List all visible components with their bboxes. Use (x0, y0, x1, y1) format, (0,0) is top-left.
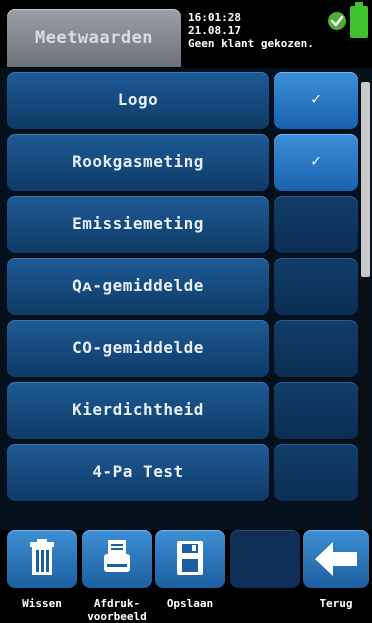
opslaan-label: Opslaan (166, 597, 214, 610)
trash-icon (30, 539, 54, 575)
option-checkbox[interactable] (274, 196, 358, 253)
wissen-label: Wissen (22, 597, 62, 610)
check-mark-icon: ✓ (311, 151, 321, 170)
option-row-label[interactable]: Rookgasmeting (7, 134, 269, 191)
afdruk-line1: Afdruk- (93, 597, 141, 610)
option-checkbox[interactable]: ✓ (274, 72, 358, 129)
battery-icon (350, 2, 368, 38)
time-text: 16:01:28 (188, 11, 241, 24)
option-row-label[interactable]: Emissiemeting (7, 196, 269, 253)
date-text: 21.08.17 (188, 24, 241, 37)
option-label-text: Rookgasmeting (72, 152, 204, 171)
app-frame: Meetwaarden 16:01:28 21.08.17 Geen klant… (0, 0, 372, 623)
header: Meetwaarden 16:01:28 21.08.17 Geen klant… (0, 0, 372, 68)
option-checkbox[interactable] (274, 444, 358, 501)
status-info: 16:01:28 21.08.17 Geen klant gekozen. (188, 11, 314, 50)
afdruk-line2: voorbeeld (87, 610, 147, 623)
customer-status-text: Geen klant gekozen. (188, 37, 314, 50)
scrollbar-thumb[interactable] (361, 82, 370, 277)
option-label-text: Qᴀ-gemiddelde (72, 276, 204, 295)
option-row-label[interactable]: CO-gemiddelde (7, 320, 269, 377)
option-checkbox[interactable] (274, 258, 358, 315)
option-checkbox[interactable] (274, 320, 358, 377)
title-tab[interactable]: Meetwaarden (7, 9, 181, 67)
page-title: Meetwaarden (34, 28, 154, 48)
option-checkbox[interactable] (274, 382, 358, 439)
check-circle-icon (328, 12, 346, 30)
option-checkbox[interactable]: ✓ (274, 134, 358, 191)
printer-icon (104, 540, 130, 572)
terug-label: Terug (319, 597, 353, 610)
afdrukvoorbeeld-button[interactable] (82, 530, 152, 588)
option-label-text: Kierdichtheid (72, 400, 204, 419)
save-icon (177, 541, 203, 575)
option-label-text: Logo (117, 90, 159, 109)
option-row-label[interactable]: Kierdichtheid (7, 382, 269, 439)
terug-button[interactable] (303, 530, 369, 588)
opslaan-button[interactable] (155, 530, 225, 588)
wissen-button[interactable] (7, 530, 77, 588)
option-label-text: Emissiemeting (72, 214, 204, 233)
report-options-list: Logo ✓ Rookgasmeting ✓ Emissiemeting Qᴀ-gemid… (0, 68, 372, 530)
empty-toolbar-slot (230, 530, 300, 588)
option-row-label[interactable]: Qᴀ-gemiddelde (7, 258, 269, 315)
option-label-text: 4-Pa Test (92, 462, 184, 481)
bottom-toolbar: Wissen Afdruk- voorbeeld Opslaan Terug (0, 530, 372, 623)
option-row-label[interactable]: 4-Pa Test (7, 444, 269, 501)
option-row-label[interactable]: Logo (7, 72, 269, 129)
option-label-text: CO-gemiddelde (72, 338, 204, 357)
afdrukvoorbeeld-label: Afdruk- voorbeeld (82, 597, 152, 623)
arrow-left-icon (315, 542, 357, 576)
check-mark-icon: ✓ (311, 89, 321, 108)
